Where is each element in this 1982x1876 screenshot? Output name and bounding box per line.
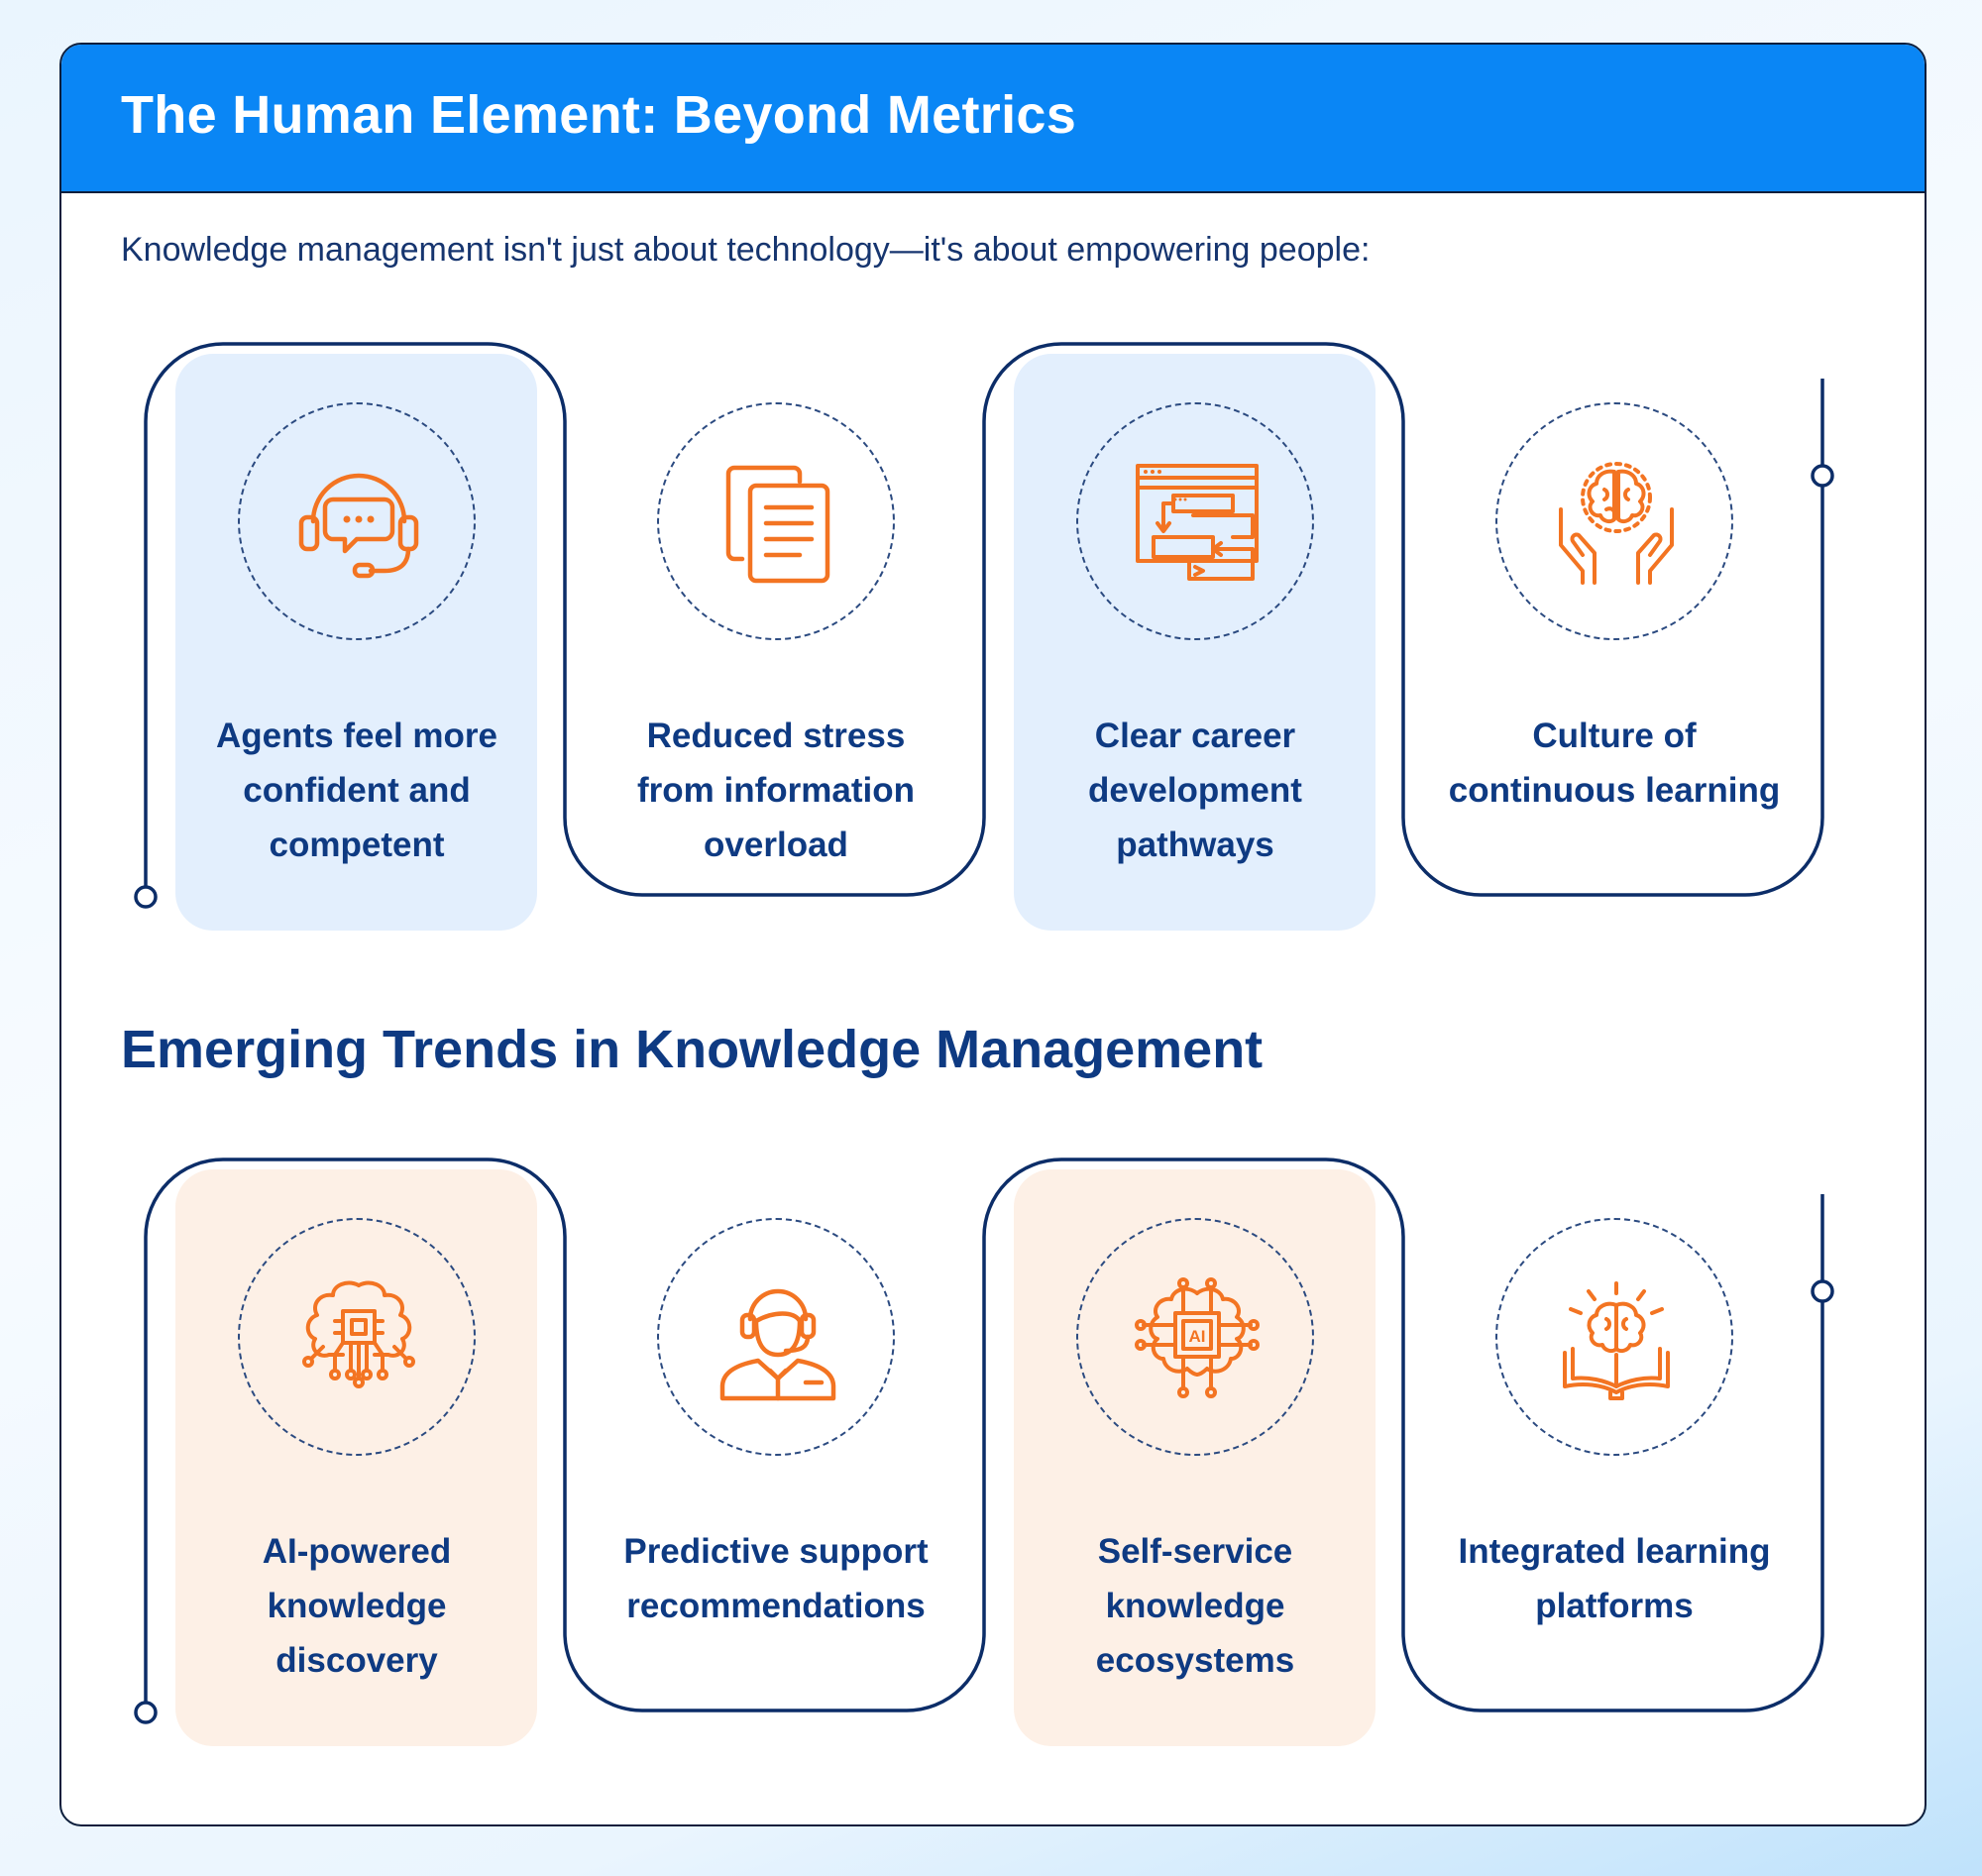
connector-end-dot	[1811, 1279, 1834, 1303]
human-item-label: Clear career development pathways	[1088, 717, 1302, 864]
header-bar: The Human Element: Beyond Metrics	[61, 45, 1925, 193]
content-card: The Human Element: Beyond Metrics Knowle…	[59, 43, 1927, 1826]
ai-chip-icon: AI	[1135, 1277, 1260, 1398]
human-item-label: Agents feel more confident and competent	[216, 717, 497, 864]
intro-text: Knowledge management isn't just about te…	[121, 231, 1371, 269]
trend-item-label: Predictive support recommendations	[623, 1532, 929, 1625]
human-item-label: Culture of continuous learning	[1448, 717, 1781, 810]
connector-end-dot	[1811, 464, 1834, 488]
icon-circle	[1495, 1218, 1733, 1456]
icon-circle	[657, 1218, 895, 1456]
brain-book-icon	[1563, 1281, 1670, 1400]
trends-row: AI-powered knowledge discovery Predictiv…	[61, 1138, 1925, 1752]
workflow-window-icon	[1136, 464, 1259, 581]
icon-circle	[238, 402, 476, 640]
connector-start-dot	[134, 885, 158, 909]
icon-circle	[1495, 402, 1733, 640]
brain-hands-icon	[1559, 462, 1674, 585]
icon-circle: AI	[1076, 1218, 1314, 1456]
page-title: The Human Element: Beyond Metrics	[121, 85, 1077, 145]
brain-circuit-icon	[302, 1280, 415, 1388]
ai-chip-text: AI	[1189, 1327, 1206, 1346]
headset-chat-icon	[298, 473, 419, 579]
trend-item-label: AI-powered knowledge discovery	[262, 1532, 452, 1680]
icon-circle	[238, 1218, 476, 1456]
human-element-row: Agents feel more confident and competent…	[61, 322, 1925, 937]
trend-item-label: Self-service knowledge ecosystems	[1095, 1532, 1295, 1680]
icon-circle	[1076, 402, 1314, 640]
human-item-label: Reduced stress from information overload	[637, 717, 915, 864]
documents-icon	[725, 465, 830, 584]
trend-item-label: Integrated learning platforms	[1458, 1532, 1771, 1625]
connector-start-dot	[134, 1701, 158, 1724]
icon-circle	[657, 402, 895, 640]
support-agent-icon	[719, 1288, 836, 1401]
section-heading-trends: Emerging Trends in Knowledge Management	[121, 1020, 1264, 1079]
